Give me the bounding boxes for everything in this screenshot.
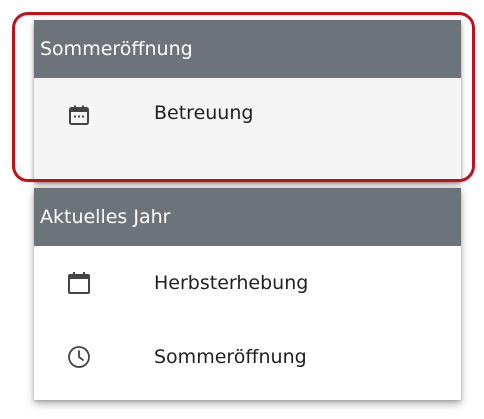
menu-item-herbsterhebung[interactable]: Herbsterhebung — [34, 246, 461, 320]
menu-item-sommeroeffnung[interactable]: Sommeröffnung — [34, 320, 461, 394]
menu-item-label: Betreuung — [154, 102, 254, 124]
section-header-sommeroeffnung: Sommeröffnung — [34, 20, 461, 78]
menu-item-label: Herbsterhebung — [154, 272, 309, 294]
menu-item-betreuung[interactable]: Betreuung — [34, 78, 461, 182]
menu-stage: Sommeröffnung Betreuung Aktuelles Jahr H… — [0, 0, 484, 419]
menu-item-label: Sommeröffnung — [154, 346, 307, 368]
section-header-aktuelles-jahr: Aktuelles Jahr — [34, 188, 461, 246]
calendar-dots-icon — [66, 102, 92, 128]
calendar-icon — [66, 270, 92, 296]
clock-icon — [66, 344, 92, 370]
menu-panel-sommeroeffnung: Sommeröffnung Betreuung — [34, 20, 461, 182]
menu-panel-aktuelles-jahr: Aktuelles Jahr Herbsterhebung Sommeröffn… — [34, 188, 461, 400]
